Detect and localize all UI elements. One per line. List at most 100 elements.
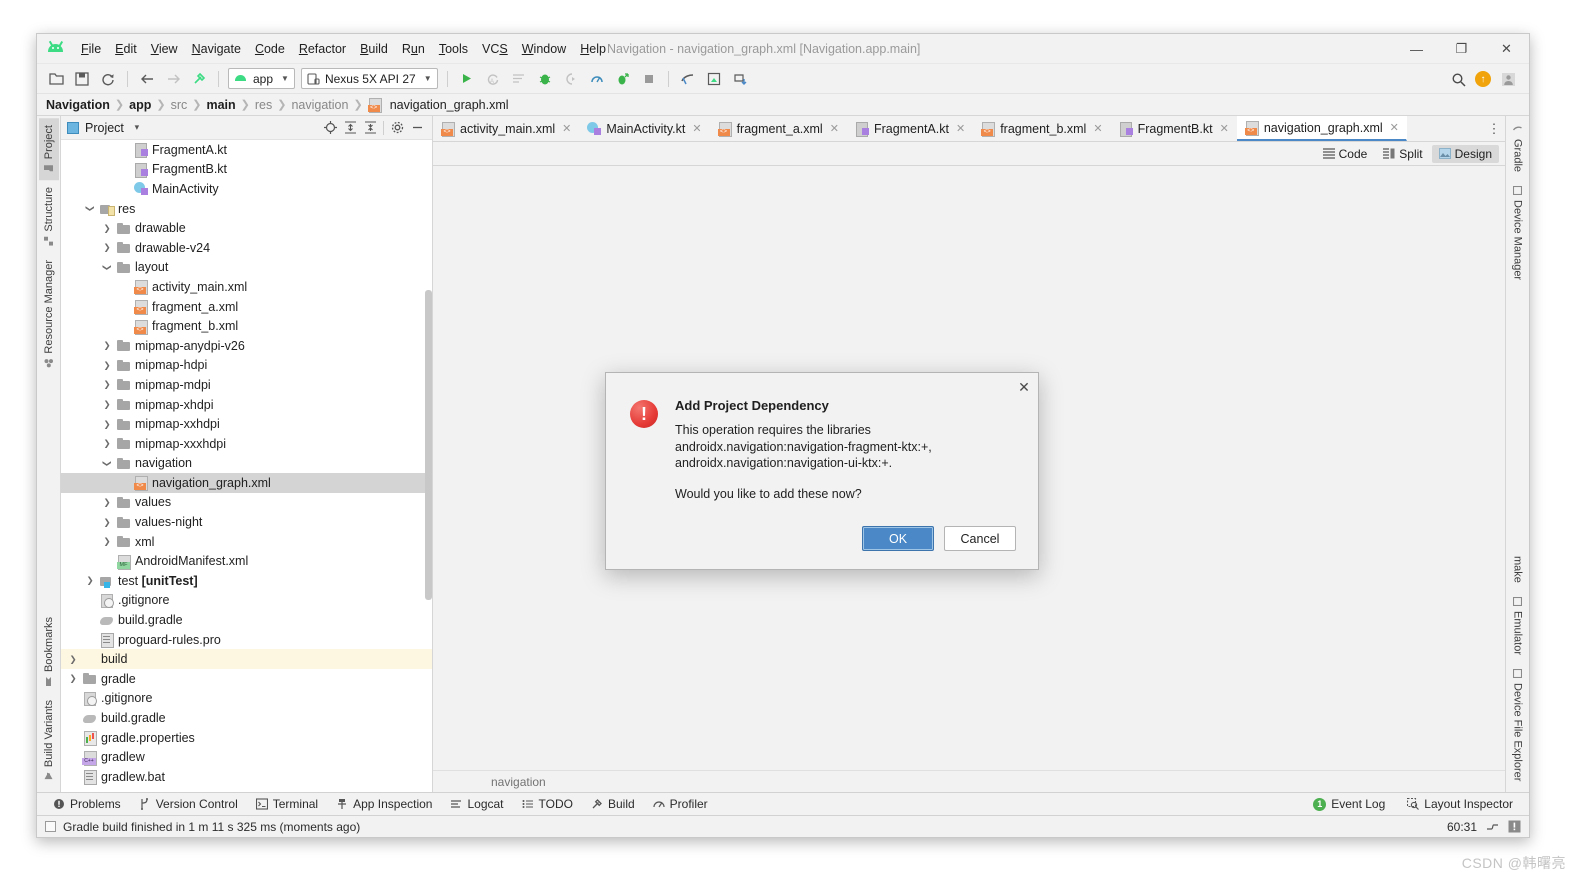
chevron-down-icon[interactable]: ❯	[85, 203, 96, 215]
chevron-right-icon[interactable]: ❯	[101, 399, 113, 410]
cancel-button[interactable]: Cancel	[944, 526, 1016, 551]
chevron-right-icon[interactable]: ❯	[101, 438, 113, 449]
locate-icon[interactable]	[321, 119, 339, 137]
tree-node[interactable]: ❯values-night	[61, 512, 432, 532]
tree-node[interactable]: ❯xml	[61, 532, 432, 552]
dialog-close-icon[interactable]: ✕	[1014, 377, 1034, 397]
close-icon[interactable]: ✕	[830, 122, 839, 135]
menu-build[interactable]: Build	[353, 38, 395, 60]
sdk-manager-icon[interactable]	[702, 68, 726, 90]
settings-gear-icon[interactable]	[388, 119, 406, 137]
editor-tab[interactable]: MainActivity.kt✕	[579, 116, 709, 141]
sidebar-item-build-variants[interactable]: Build Variants	[39, 693, 59, 788]
sidebar-item-project[interactable]: Project	[39, 118, 59, 180]
search-icon[interactable]	[1446, 68, 1470, 90]
module-selector[interactable]: app ▼	[228, 68, 295, 89]
close-icon[interactable]: ✕	[1390, 121, 1399, 134]
tree-node[interactable]: ❯drawable-v24	[61, 238, 432, 258]
tool-button-app-inspection[interactable]: App Inspection	[328, 795, 440, 813]
status-toggle-icon[interactable]	[45, 821, 56, 832]
sidebar-item-bookmarks[interactable]: Bookmarks	[39, 610, 59, 693]
breadcrumb-item-res[interactable]: res	[252, 98, 275, 112]
chevron-right-icon[interactable]: ❯	[101, 419, 113, 430]
close-icon[interactable]: ✕	[1093, 122, 1102, 135]
tree-node[interactable]: ❯res	[61, 199, 432, 219]
editor-tab[interactable]: fragment_b.xml✕	[973, 116, 1110, 141]
tab-split[interactable]: Split	[1376, 145, 1429, 163]
expand-all-icon[interactable]	[341, 119, 359, 137]
debug-icon[interactable]	[533, 68, 557, 90]
chevron-down-icon[interactable]: ❯	[102, 261, 113, 273]
menu-navigate[interactable]: Navigate	[185, 38, 248, 60]
menu-tools[interactable]: Tools	[432, 38, 475, 60]
chevron-right-icon[interactable]: ❯	[101, 360, 113, 371]
close-icon[interactable]: ✕	[562, 122, 571, 135]
breadcrumb-item-src[interactable]: src	[168, 98, 191, 112]
tree-node[interactable]: ❯build.gradle	[61, 708, 432, 728]
breadcrumb-item-main[interactable]: main	[203, 98, 238, 112]
tree-node[interactable]: ❯MainActivity	[61, 179, 432, 199]
breadcrumb-item-app[interactable]: app	[126, 98, 154, 112]
tree-node[interactable]: ❯mipmap-xxhdpi	[61, 414, 432, 434]
tree-node[interactable]: ❯mipmap-mdpi	[61, 375, 432, 395]
chevron-right-icon[interactable]: ❯	[101, 536, 113, 547]
chevron-right-icon[interactable]: ❯	[101, 340, 113, 351]
tree-node[interactable]: ❯layout	[61, 258, 432, 278]
tree-node[interactable]: ❯.gitignore	[61, 689, 432, 709]
stop-icon[interactable]	[637, 68, 661, 90]
run-icon[interactable]	[455, 68, 479, 90]
maximize-button[interactable]: ❐	[1439, 34, 1484, 64]
sync-gradle-icon[interactable]	[728, 68, 752, 90]
project-view-chevron-down-icon[interactable]: ▾	[130, 119, 144, 137]
tree-node[interactable]: ❯values	[61, 493, 432, 513]
tool-button-event-log[interactable]: 1 Event Log	[1305, 795, 1393, 813]
chevron-down-icon[interactable]: ❯	[102, 457, 113, 469]
open-folder-icon[interactable]	[44, 68, 68, 90]
tool-button-todo[interactable]: TODO	[514, 795, 581, 813]
editor-tab[interactable]: activity_main.xml✕	[433, 116, 579, 141]
tree-node[interactable]: ❯FragmentB.kt	[61, 160, 432, 180]
ok-button[interactable]: OK	[862, 526, 934, 551]
tree-node[interactable]: ❯FragmentA.kt	[61, 140, 432, 160]
attach-debugger-icon[interactable]	[559, 68, 583, 90]
tree-node[interactable]: ❯navigation_graph.xml	[61, 473, 432, 493]
close-icon[interactable]: ✕	[692, 122, 701, 135]
sidebar-item-gradle[interactable]: Gradle	[1508, 118, 1528, 179]
tab-code[interactable]: Code	[1316, 145, 1375, 163]
caret-position[interactable]: 60:31	[1447, 820, 1477, 834]
chevron-right-icon[interactable]: ❯	[101, 517, 113, 528]
notification-icon[interactable]	[1508, 820, 1521, 833]
breadcrumb-item-project[interactable]: Navigation	[43, 98, 113, 112]
account-icon[interactable]	[1496, 68, 1520, 90]
sidebar-item-structure[interactable]: Structure	[39, 180, 59, 253]
sync-icon[interactable]	[96, 68, 120, 90]
breadcrumb-item-navigation[interactable]: navigation	[288, 98, 351, 112]
profiler-icon[interactable]	[585, 68, 609, 90]
tool-button-terminal[interactable]: Terminal	[248, 795, 326, 813]
tool-button-version-control[interactable]: Version Control	[131, 795, 246, 813]
sidebar-item-make[interactable]: make	[1508, 549, 1528, 590]
menu-window[interactable]: Window	[515, 38, 573, 60]
close-icon[interactable]: ✕	[956, 122, 965, 135]
tool-button-layout-inspector[interactable]: Layout Inspector	[1399, 795, 1521, 813]
save-icon[interactable]	[70, 68, 94, 90]
tool-button-build[interactable]: Build	[583, 795, 643, 813]
chevron-right-icon[interactable]: ❯	[101, 242, 113, 253]
tree-node[interactable]: ❯gradlew.bat	[61, 767, 432, 787]
back-arrow-icon[interactable]	[135, 68, 159, 90]
close-button[interactable]: ✕	[1484, 34, 1529, 64]
sidebar-item-device-manager[interactable]: Device Manager	[1508, 179, 1528, 287]
tree-node[interactable]: ❯.gitignore	[61, 591, 432, 611]
tree-node[interactable]: ❯test [unitTest]	[61, 571, 432, 591]
menu-refactor[interactable]: Refactor	[292, 38, 353, 60]
chevron-right-icon[interactable]: ❯	[84, 575, 96, 586]
editor-tab[interactable]: fragment_a.xml✕	[710, 116, 847, 141]
hide-panel-icon[interactable]	[408, 119, 426, 137]
chevron-right-icon[interactable]: ❯	[67, 654, 79, 665]
project-tree[interactable]: ❯FragmentA.kt❯FragmentB.kt❯MainActivity❯…	[61, 140, 432, 792]
tool-button-problems[interactable]: Problems	[45, 795, 129, 813]
tree-node[interactable]: ❯AndroidManifest.xml	[61, 551, 432, 571]
device-selector[interactable]: Nexus 5X API 27 ▼	[301, 68, 438, 89]
tree-node[interactable]: ❯proguard-rules.pro	[61, 630, 432, 650]
avd-manager-icon[interactable]	[676, 68, 700, 90]
